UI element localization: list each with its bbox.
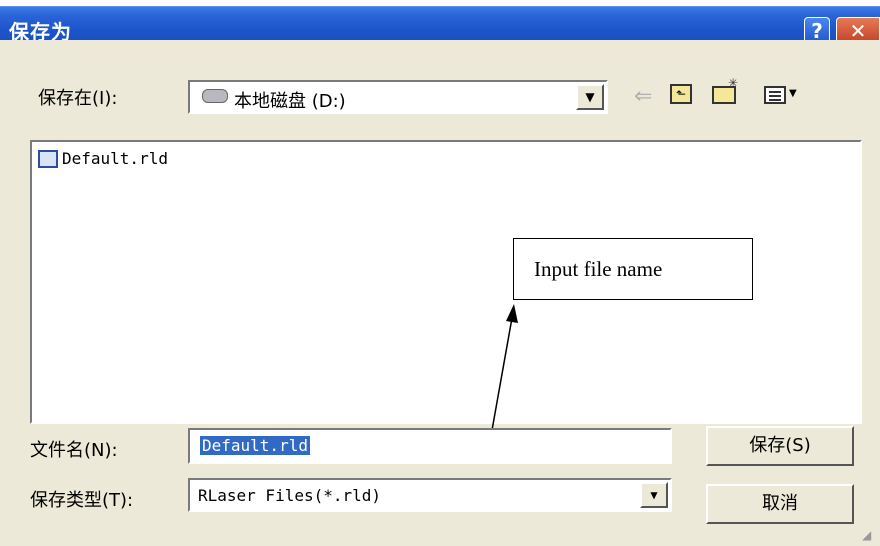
filename-value: Default.rld [200,436,310,455]
filetype-label: 保存类型(T): [30,490,134,511]
save-button[interactable]: 保存(S) [706,426,854,466]
filename-label: 文件名(N): [30,440,118,461]
filetype-dropdown[interactable]: RLaser Files(*.rld) ▼ [188,478,672,512]
filetype-value: RLaser Files(*.rld) [198,486,382,505]
cancel-button[interactable]: 取消 [706,484,854,524]
chevron-down-icon[interactable]: ▼ [640,482,668,508]
resize-grip-icon[interactable]: ◢ [862,528,871,542]
filename-input[interactable]: Default.rld [188,428,672,464]
